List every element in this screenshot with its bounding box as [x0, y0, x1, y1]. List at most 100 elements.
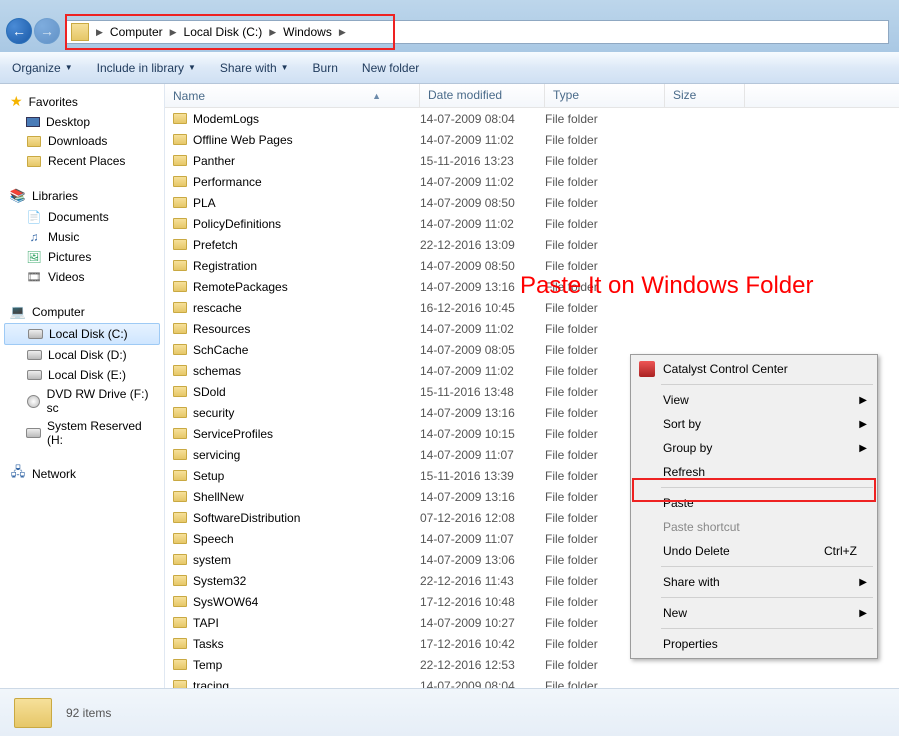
star-icon: ★	[10, 93, 23, 110]
sidebar-item-music[interactable]: ♫Music	[0, 227, 164, 247]
file-type: File folder	[545, 679, 665, 689]
videos-icon: 🎞	[26, 269, 42, 285]
sidebar-favorites-group: ★Favorites Desktop Downloads Recent Plac…	[0, 90, 164, 171]
file-date: 14-07-2009 13:16	[420, 490, 545, 504]
file-type: File folder	[545, 196, 665, 210]
burn-button[interactable]: Burn	[313, 61, 338, 75]
share-with-button[interactable]: Share with▼	[220, 61, 289, 75]
file-type: File folder	[545, 658, 665, 672]
ctx-properties[interactable]: Properties	[633, 632, 875, 656]
column-type[interactable]: Type	[545, 84, 665, 107]
ctx-catalyst[interactable]: Catalyst Control Center	[633, 357, 875, 381]
sidebar-favorites-header[interactable]: ★Favorites	[0, 90, 164, 113]
file-name: security	[193, 406, 234, 420]
forward-button[interactable]: →	[34, 18, 60, 44]
column-date[interactable]: Date modified	[420, 84, 545, 107]
sidebar-item-desktop[interactable]: Desktop	[0, 113, 164, 131]
file-date: 14-07-2009 11:02	[420, 364, 545, 378]
sidebar-item-documents[interactable]: 📄Documents	[0, 207, 164, 227]
file-row[interactable]: PolicyDefinitions14-07-2009 11:02File fo…	[165, 213, 899, 234]
file-date: 14-07-2009 11:07	[420, 532, 545, 546]
folder-icon	[173, 533, 187, 544]
file-name: Speech	[193, 532, 234, 546]
sidebar-item-local-disk-c[interactable]: Local Disk (C:)	[4, 323, 160, 345]
file-name: Panther	[193, 154, 235, 168]
file-name: SoftwareDistribution	[193, 511, 300, 525]
sidebar-item-recent-places[interactable]: Recent Places	[0, 151, 164, 171]
ctx-view[interactable]: View▶	[633, 388, 875, 412]
file-row[interactable]: tracing14-07-2009 08:04File folder	[165, 675, 899, 688]
file-row[interactable]: Performance14-07-2009 11:02File folder	[165, 171, 899, 192]
folder-icon	[71, 23, 89, 41]
sidebar-libraries-header[interactable]: 📚Libraries	[0, 185, 164, 207]
chevron-right-icon: ▶	[859, 608, 867, 619]
file-row[interactable]: Resources14-07-2009 11:02File folder	[165, 318, 899, 339]
file-type: File folder	[545, 154, 665, 168]
folder-icon	[173, 218, 187, 229]
file-name: SDold	[193, 385, 226, 399]
chevron-down-icon: ▼	[65, 63, 73, 72]
new-folder-button[interactable]: New folder	[362, 61, 419, 75]
sidebar-computer-header[interactable]: 💻Computer	[0, 301, 164, 323]
file-row[interactable]: Offline Web Pages14-07-2009 11:02File fo…	[165, 129, 899, 150]
file-date: 14-07-2009 11:07	[420, 448, 545, 462]
column-size[interactable]: Size	[665, 84, 745, 107]
file-row[interactable]: Panther15-11-2016 13:23File folder	[165, 150, 899, 171]
sidebar-item-downloads[interactable]: Downloads	[0, 131, 164, 151]
file-row[interactable]: RemotePackages14-07-2009 13:16File folde…	[165, 276, 899, 297]
file-name: ServiceProfiles	[193, 427, 273, 441]
address-bar[interactable]: ▶ Computer ▶ Local Disk (C:) ▶ Windows ▶	[66, 20, 889, 44]
breadcrumb-windows[interactable]: Windows	[279, 21, 336, 43]
include-library-button[interactable]: Include in library▼	[97, 61, 196, 75]
column-name[interactable]: Name▲	[165, 84, 420, 107]
file-date: 22-12-2016 11:43	[420, 574, 545, 588]
computer-icon: 💻	[10, 304, 26, 320]
folder-icon	[173, 428, 187, 439]
organize-button[interactable]: Organize▼	[12, 61, 73, 75]
breadcrumb-computer[interactable]: Computer	[106, 21, 167, 43]
file-name: Resources	[193, 322, 250, 336]
chevron-right-icon[interactable]: ▶	[336, 27, 349, 38]
ctx-refresh[interactable]: Refresh	[633, 460, 875, 484]
sidebar-item-pictures[interactable]: 🖼Pictures	[0, 247, 164, 267]
file-date: 14-07-2009 10:27	[420, 616, 545, 630]
downloads-icon	[26, 133, 42, 149]
chevron-right-icon[interactable]: ▶	[167, 27, 180, 38]
sidebar-network-header[interactable]: 🖧Network	[0, 463, 164, 485]
file-name: RemotePackages	[193, 280, 288, 294]
file-date: 17-12-2016 10:42	[420, 637, 545, 651]
file-name: schemas	[193, 364, 241, 378]
ctx-sortby[interactable]: Sort by▶	[633, 412, 875, 436]
file-row[interactable]: Registration14-07-2009 08:50File folder	[165, 255, 899, 276]
ctx-groupby[interactable]: Group by▶	[633, 436, 875, 460]
ctx-new[interactable]: New▶	[633, 601, 875, 625]
chevron-right-icon[interactable]: ▶	[93, 27, 106, 38]
file-name: PolicyDefinitions	[193, 217, 281, 231]
file-row[interactable]: ModemLogs14-07-2009 08:04File folder	[165, 108, 899, 129]
file-row[interactable]: rescache16-12-2016 10:45File folder	[165, 297, 899, 318]
file-date: 14-07-2009 11:02	[420, 217, 545, 231]
file-name: Tasks	[193, 637, 224, 651]
back-button[interactable]: ←	[6, 18, 32, 44]
folder-icon	[173, 680, 187, 688]
file-name: system	[193, 553, 231, 567]
file-row[interactable]: PLA14-07-2009 08:50File folder	[165, 192, 899, 213]
folder-icon	[173, 176, 187, 187]
file-row[interactable]: Prefetch22-12-2016 13:09File folder	[165, 234, 899, 255]
breadcrumb-localdisk[interactable]: Local Disk (C:)	[180, 21, 267, 43]
ctx-paste[interactable]: Paste	[633, 491, 875, 515]
sidebar-item-dvd-drive[interactable]: DVD RW Drive (F:) sc	[0, 385, 164, 417]
file-date: 07-12-2016 12:08	[420, 511, 545, 525]
sidebar-item-local-disk-e[interactable]: Local Disk (E:)	[0, 365, 164, 385]
ctx-share-with[interactable]: Share with▶	[633, 570, 875, 594]
chevron-down-icon: ▼	[188, 63, 196, 72]
sidebar-item-system-reserved[interactable]: System Reserved (H:	[0, 417, 164, 449]
desktop-icon	[26, 117, 40, 127]
toolbar: Organize▼ Include in library▼ Share with…	[0, 52, 899, 84]
file-date: 15-11-2016 13:39	[420, 469, 545, 483]
chevron-right-icon[interactable]: ▶	[266, 27, 279, 38]
sidebar-item-videos[interactable]: 🎞Videos	[0, 267, 164, 287]
sidebar-item-local-disk-d[interactable]: Local Disk (D:)	[0, 345, 164, 365]
libraries-icon: 📚	[10, 188, 26, 204]
ctx-undo-delete[interactable]: Undo DeleteCtrl+Z	[633, 539, 875, 563]
